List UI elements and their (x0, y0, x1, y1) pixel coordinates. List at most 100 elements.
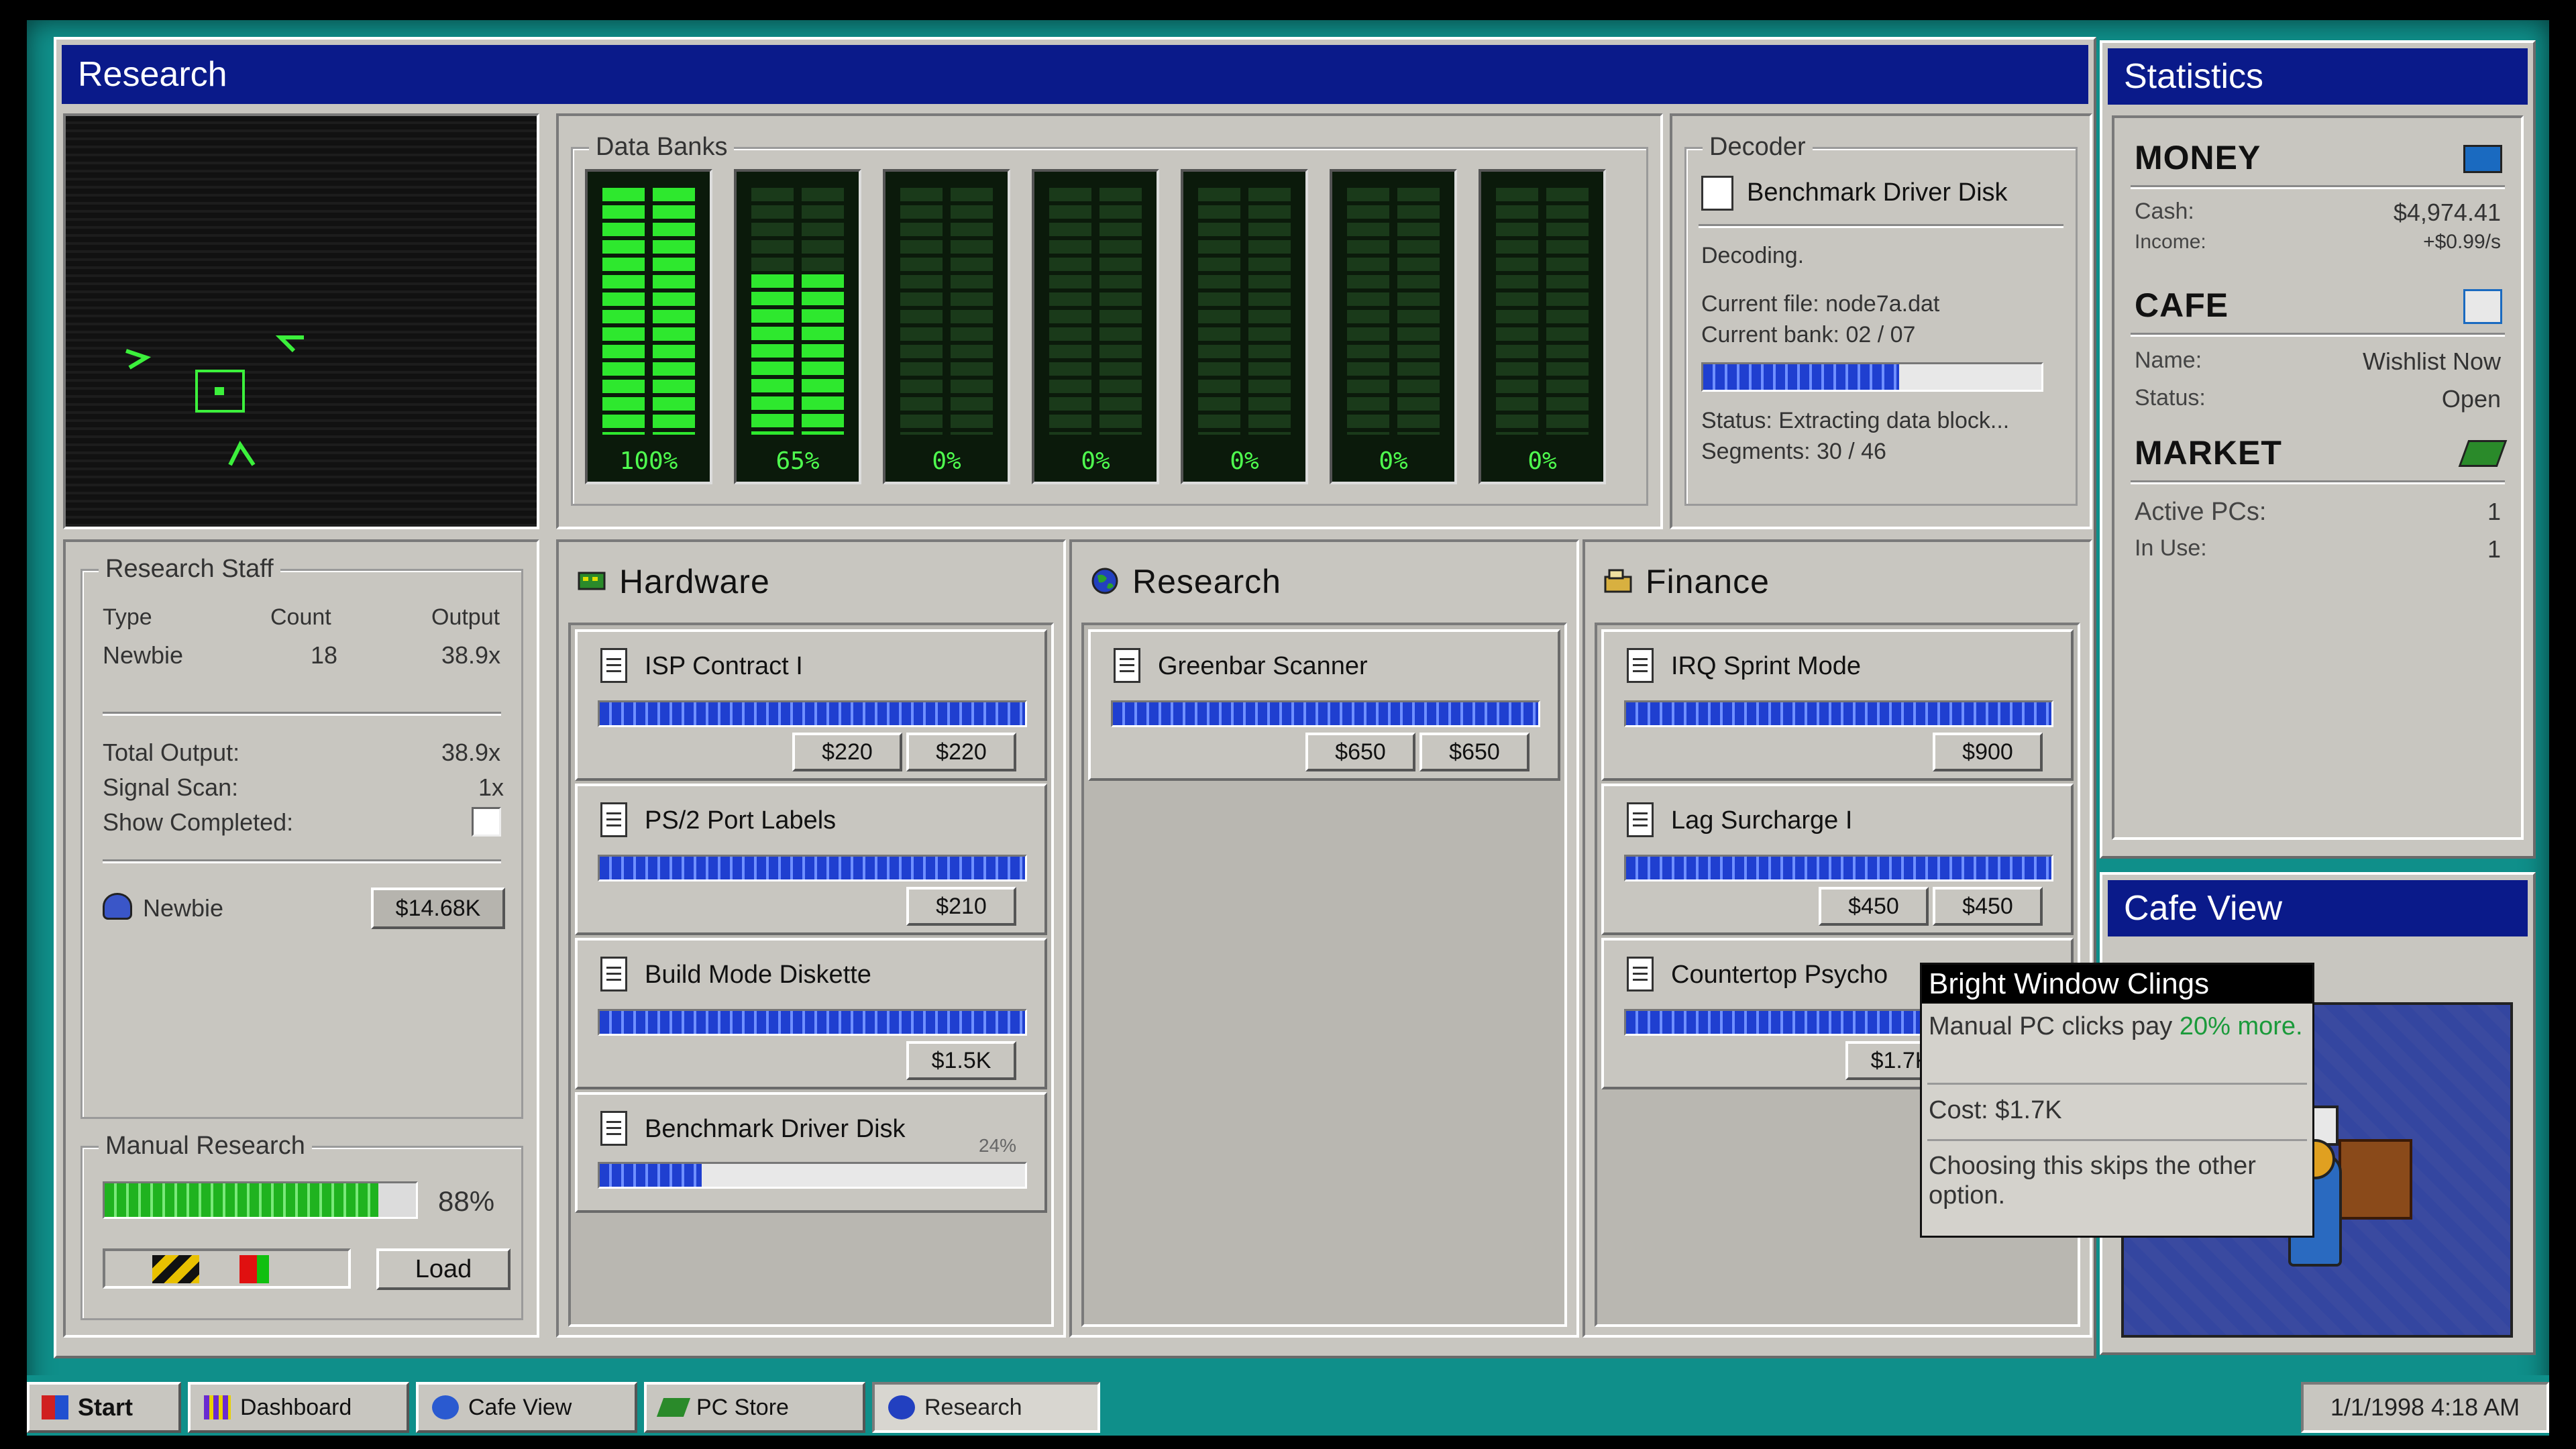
upgrade-tooltip: Bright Window Clings Manual PC clicks pa… (1920, 963, 2314, 1238)
buy-button[interactable]: $450 (1819, 887, 1929, 926)
taskbar-pc-store[interactable]: PC Store (644, 1382, 865, 1433)
tooltip-note: Choosing this skips the other option. (1929, 1152, 2256, 1210)
total-output-value: 38.9x (441, 739, 501, 766)
card-isp-contract[interactable]: ISP Contract I $220 $220 (575, 629, 1047, 781)
data-bank-pct: 0% (932, 447, 961, 475)
data-bank-pct: 100% (619, 447, 678, 475)
total-output-label: Total Output: (103, 739, 240, 766)
staff-row-count: 18 (311, 641, 338, 669)
cafe-status-value: Open (2441, 385, 2501, 413)
money-heading: MONEY (2135, 139, 2261, 176)
manual-research-label: Manual Research (99, 1132, 312, 1161)
card-title: IRQ Sprint Mode (1671, 652, 1861, 680)
clock-text: 1/1/1998 4:18 AM (2330, 1393, 2520, 1421)
cafe-status-label: Status: (2135, 385, 2206, 411)
tooltip-title-bar: Bright Window Clings (1922, 965, 2312, 1004)
research-window-title[interactable]: Research (62, 45, 2088, 104)
manual-research-slots[interactable] (103, 1248, 351, 1289)
card-irq-sprint-mode[interactable]: IRQ Sprint Mode $900 (1601, 629, 2074, 781)
data-bank-pct: 0% (1081, 447, 1110, 475)
card-lag-surcharge[interactable]: Lag Surcharge I $450 $450 (1601, 784, 2074, 935)
statistics-window-title[interactable]: Statistics (2108, 48, 2528, 105)
buy-button[interactable]: $650 (1305, 733, 1415, 771)
research-staff-label: Research Staff (99, 555, 280, 584)
card-title: Benchmark Driver Disk (645, 1115, 906, 1143)
tooltip-desc-text: Manual PC clicks pay (1929, 1012, 2180, 1040)
buy-button[interactable]: $450 (1933, 887, 2043, 926)
decoder-progress-bar (1701, 362, 2043, 392)
statistics-body: MONEY Cash: $4,974.41 Income: +$0.99/s C… (2112, 115, 2524, 840)
card-pct: 24% (979, 1135, 1017, 1156)
buy-button[interactable]: $210 (906, 887, 1016, 926)
tooltip-desc: Manual PC clicks pay 20% more. (1929, 1012, 2304, 1041)
research-staff-panel: Research Staff Type Count Output Newbie … (63, 539, 539, 1338)
disk-icon (600, 1111, 627, 1146)
staff-row-output: 38.9x (441, 641, 501, 669)
card-benchmark-driver-disk[interactable]: Benchmark Driver Disk 24% (575, 1092, 1047, 1213)
taskbar-cafe-view[interactable]: Cafe View (416, 1382, 637, 1433)
start-button[interactable]: Start (27, 1382, 181, 1433)
data-banks-label: Data Banks (589, 133, 735, 162)
hardware-column: Hardware ISP Contract I $220 $220 PS/2 P… (556, 539, 1066, 1338)
data-bank: 100% (585, 169, 712, 484)
data-bank: 0% (883, 169, 1010, 484)
decoder-segments: Segments: 30 / 46 (1701, 439, 1886, 464)
hire-newbie-button[interactable]: $14.68K (371, 888, 505, 929)
decoder-status: Status: Extracting data block... (1701, 408, 2010, 433)
cafe-name-value: Wishlist Now (2362, 347, 2501, 375)
market-heading: MARKET (2135, 434, 2282, 472)
statistics-title-text: Statistics (2124, 57, 2264, 96)
card-build-mode-diskette[interactable]: Build Mode Diskette $1.5K (575, 938, 1047, 1089)
active-pcs-value: 1 (2487, 498, 2501, 525)
card-progress (598, 855, 1027, 881)
buy-button[interactable]: $650 (1419, 733, 1529, 771)
buy-button[interactable]: $220 (906, 733, 1016, 771)
decoder-item-icon (1701, 176, 1733, 211)
buy-button-label: $220 (936, 739, 987, 765)
card-title: Greenbar Scanner (1158, 652, 1368, 680)
card-title: Build Mode Diskette (645, 961, 871, 989)
decoder-current-bank: Current bank: 02 / 07 (1701, 322, 1916, 347)
card-ps2-port-labels[interactable]: PS/2 Port Labels $210 (575, 784, 1047, 935)
card-greenbar-scanner[interactable]: Greenbar Scanner $650 $650 (1088, 629, 1560, 781)
radar-display[interactable] (63, 113, 539, 529)
load-button-label: Load (415, 1254, 472, 1283)
data-bank: 0% (1032, 169, 1159, 484)
cafe-view-title[interactable]: Cafe View (2108, 880, 2528, 936)
show-completed-label: Show Completed: (103, 808, 294, 836)
hazard-slot (152, 1255, 199, 1283)
show-completed-checkbox[interactable] (472, 807, 501, 837)
tooltip-highlight: 20% (2179, 1012, 2231, 1040)
buy-button-label: $210 (936, 893, 987, 919)
research-column: Research Greenbar Scanner $650 $650 (1069, 539, 1579, 1338)
card-progress (1111, 700, 1540, 727)
buy-button[interactable]: $900 (1933, 733, 2043, 771)
hardware-icon (578, 572, 606, 590)
buy-button-label: $1.5K (931, 1047, 991, 1073)
signal-scan-label: Signal Scan: (103, 773, 239, 801)
taskbar-dashboard[interactable]: Dashboard (188, 1382, 409, 1433)
taskbar-pc-store-label: PC Store (696, 1394, 789, 1420)
active-pcs-label: Active PCs: (2135, 498, 2267, 526)
radar-marks (125, 335, 304, 466)
decoder-label: Decoder (1703, 133, 1813, 162)
money-icon (2463, 145, 2502, 173)
buy-button-label: $650 (1449, 739, 1500, 765)
taskbar-research-label: Research (924, 1394, 1022, 1420)
cash-register-icon (1604, 569, 1632, 593)
buy-button[interactable]: $220 (792, 733, 902, 771)
data-bank-pct: 65% (775, 447, 820, 475)
cafe-name-label: Name: (2135, 347, 2202, 373)
load-button[interactable]: Load (376, 1248, 511, 1290)
card-title: PS/2 Port Labels (645, 806, 837, 835)
taskbar-clock: 1/1/1998 4:18 AM (2301, 1382, 2549, 1433)
buy-button[interactable]: $1.5K (906, 1041, 1016, 1080)
taskbar-research[interactable]: Research (872, 1382, 1100, 1433)
card-progress (598, 700, 1027, 727)
in-use-label: In Use: (2135, 535, 2207, 561)
taskbar: Start Dashboard Cafe View PC Store Resea… (27, 1375, 2549, 1436)
cash-value: $4,974.41 (2393, 199, 2501, 226)
tooltip-title: Bright Window Clings (1929, 967, 2210, 1000)
finance-title: Finance (1646, 563, 1770, 600)
desktop: Research Data Banks 100% 65% 0% 0% 0% 0% 0% De… (27, 20, 2549, 1436)
